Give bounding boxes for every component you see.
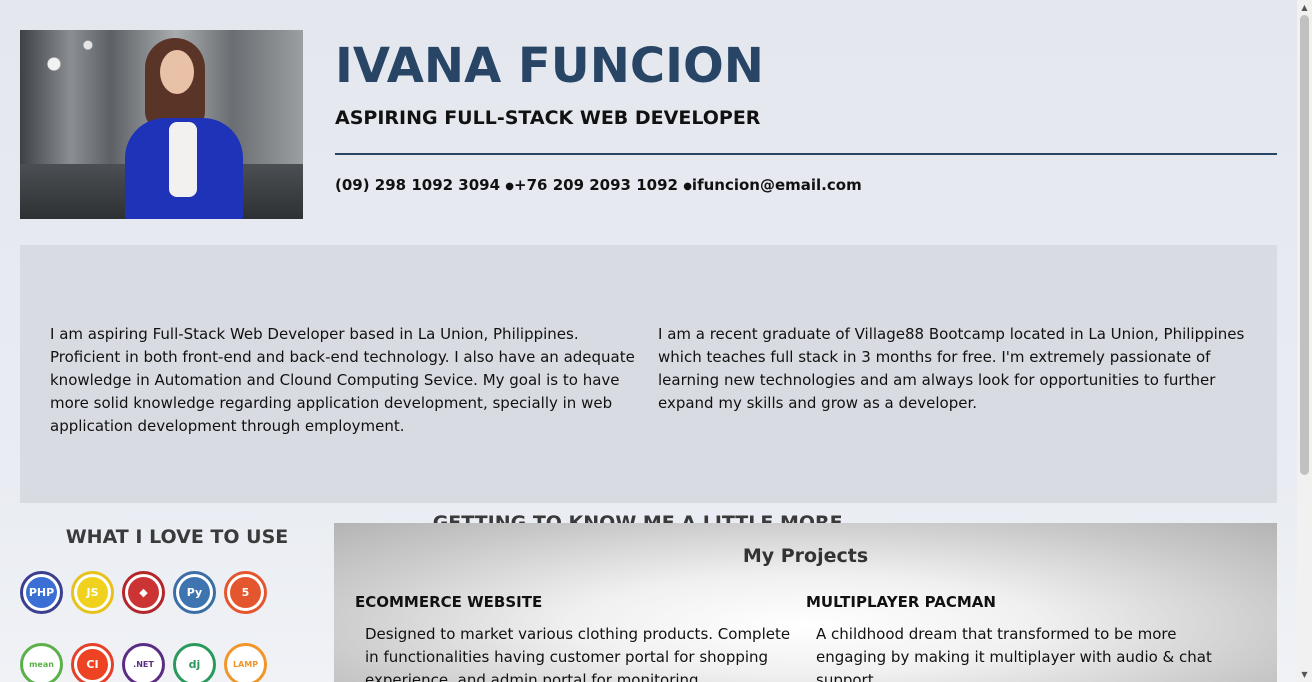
- django-icon: dj: [173, 643, 216, 682]
- resume-page: IVANA FUNCION ASPIRING FULL-STACK WEB DE…: [0, 0, 1297, 682]
- about-section: GETTING TO KNOW ME A LITTLE MORE... I am…: [20, 245, 1277, 534]
- project-desc-pacman: A childhood dream that transformed to be…: [816, 625, 1212, 682]
- profile-photo: [20, 30, 303, 219]
- project-title-ecommerce: ECOMMERCE WEBSITE: [355, 593, 543, 611]
- lamp-icon: LAMP: [224, 643, 267, 682]
- php-icon: PHP: [20, 571, 63, 614]
- mean-icon: mean: [20, 643, 63, 682]
- scroll-up-arrow-icon[interactable]: ▲: [1297, 0, 1312, 15]
- html5-icon: 5: [224, 571, 267, 614]
- about-paragraph-right: I am a recent graduate of Village88 Boot…: [658, 325, 1245, 412]
- separator-dot: ●: [505, 181, 515, 192]
- contact-line: (09) 298 1092 3094 ●+76 209 2093 1092 ●i…: [335, 176, 862, 194]
- ruby-icon: ◆: [122, 571, 165, 614]
- scroll-down-arrow-icon[interactable]: ▼: [1297, 667, 1312, 682]
- projects-title: My Projects: [742, 545, 869, 567]
- scroll-thumb[interactable]: [1300, 15, 1309, 475]
- codeigniter-icon: CI: [71, 643, 114, 682]
- project-desc-ecommerce: Designed to market various clothing prod…: [365, 625, 791, 682]
- skills-title: WHAT I LOVE TO USE: [65, 526, 289, 548]
- phone-number-1: (09) 298 1092 3094: [335, 176, 501, 194]
- vertical-scrollbar[interactable]: ▲ ▼: [1297, 0, 1312, 682]
- person-name: IVANA FUNCION: [335, 38, 764, 94]
- separator-dot: ●: [683, 181, 692, 192]
- projects-section: My Projects ECOMMERCE WEBSITE Designed t…: [334, 523, 1277, 682]
- python-icon: Py: [173, 571, 216, 614]
- javascript-icon: JS: [71, 571, 114, 614]
- email-address[interactable]: ifuncion@email.com: [692, 176, 862, 194]
- job-title: ASPIRING FULL-STACK WEB DEVELOPER: [335, 107, 761, 129]
- about-paragraph-left: I am aspiring Full-Stack Web Developer b…: [50, 325, 635, 435]
- dotnet-icon: .NET: [122, 643, 165, 682]
- header-divider: [335, 153, 1277, 155]
- phone-number-2: +76 209 2093 1092: [514, 176, 678, 194]
- project-title-pacman: MULTIPLAYER PACMAN: [806, 593, 996, 611]
